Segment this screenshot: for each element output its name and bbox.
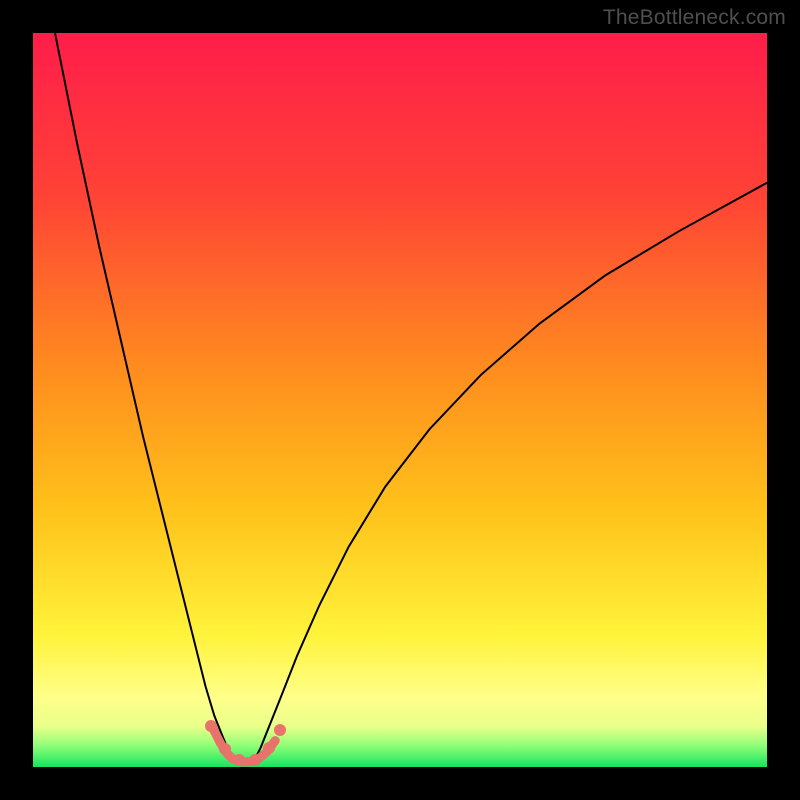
series-right-branch bbox=[253, 183, 767, 763]
curve-layer bbox=[33, 33, 767, 767]
marker-dot bbox=[263, 742, 275, 754]
marker-dot bbox=[274, 724, 286, 736]
plot-area bbox=[33, 33, 767, 767]
watermark-text: TheBottleneck.com bbox=[603, 6, 786, 30]
chart-stage: TheBottleneck.com bbox=[0, 0, 800, 800]
series-left-branch bbox=[55, 33, 236, 763]
